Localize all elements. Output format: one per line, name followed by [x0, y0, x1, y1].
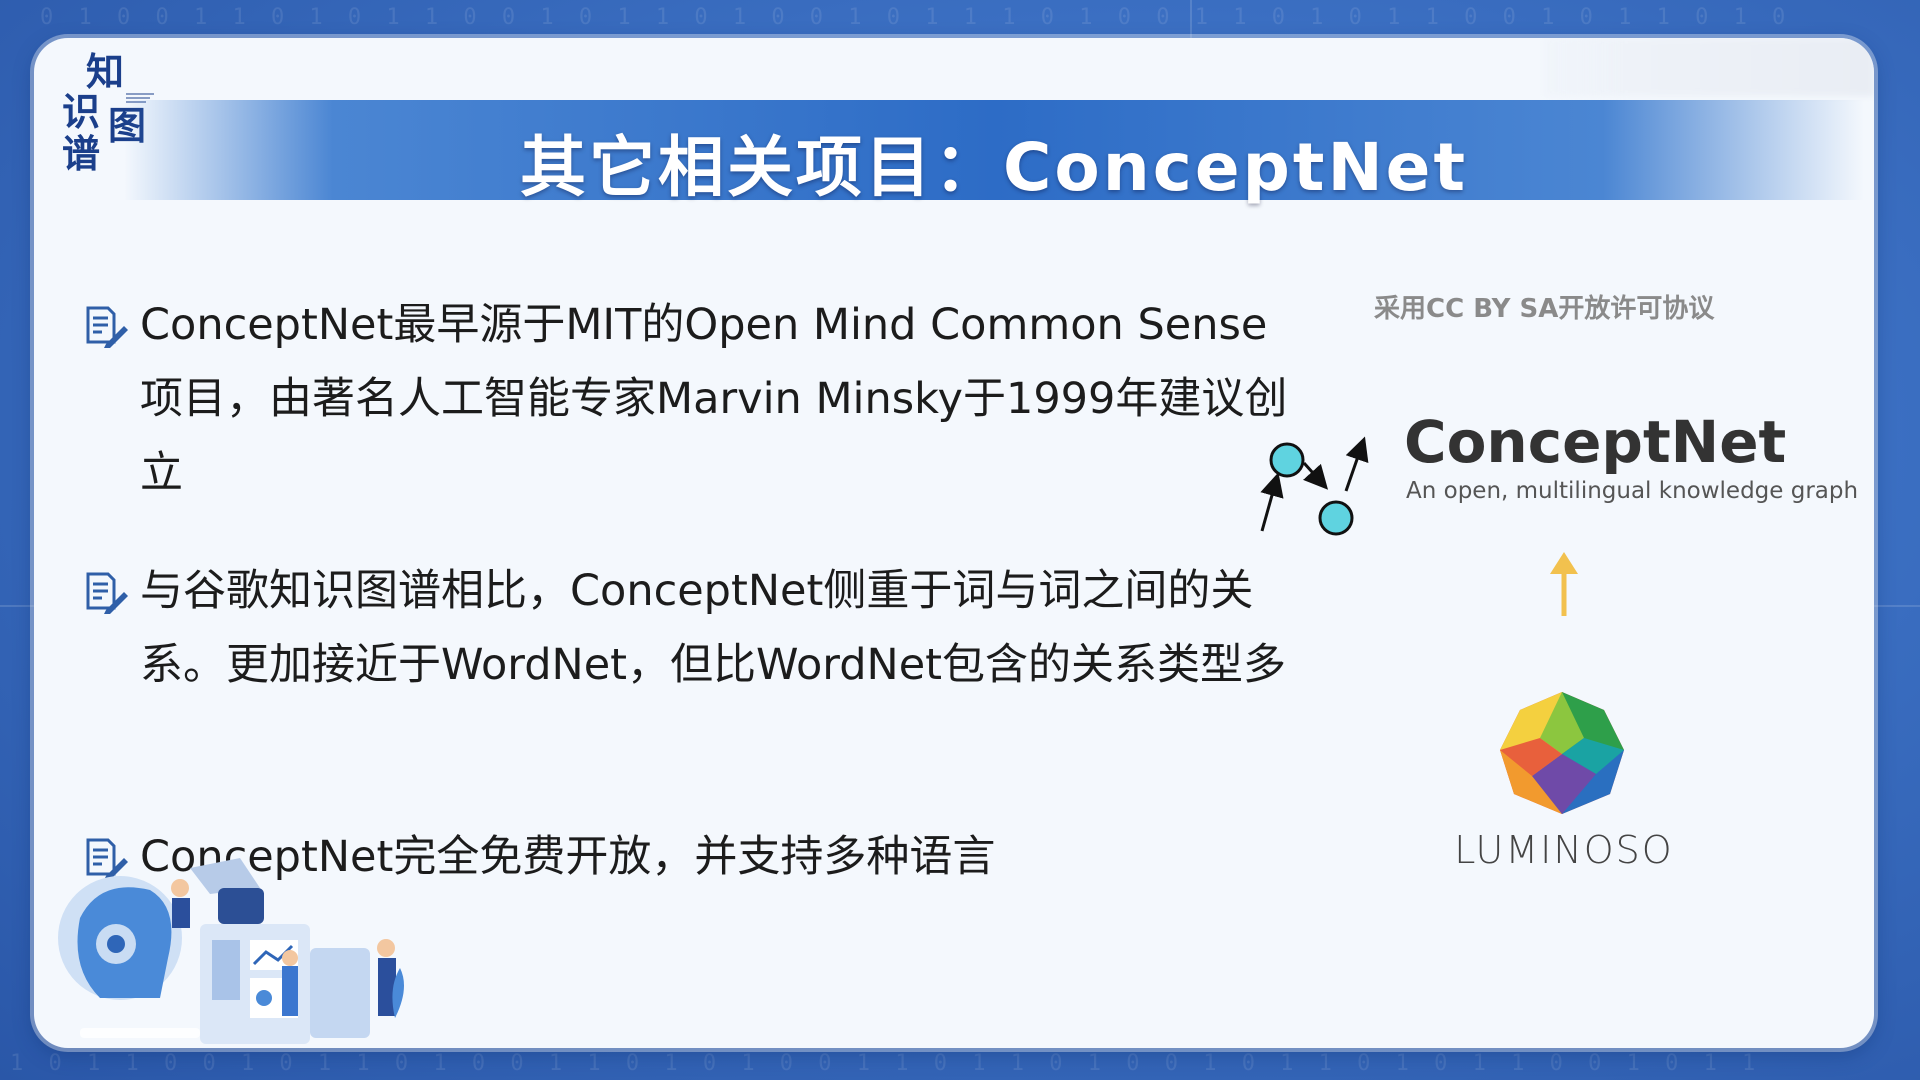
blurred-watermark-area: [1544, 38, 1874, 96]
document-pencil-icon: [86, 306, 128, 348]
logo-char: 谱: [62, 132, 101, 176]
content-panel: 知 识 图 谱 其它相关项目：ConceptNet ConceptNet最早: [34, 38, 1874, 1048]
title-band: 其它相关项目：ConceptNet: [124, 100, 1864, 206]
background-line: [1190, 0, 1192, 38]
bullet-text: ConceptNet最早源于MIT的Open Mind Common Sense…: [140, 300, 1288, 498]
up-arrow-icon: [1550, 552, 1578, 616]
background-line: [0, 605, 34, 607]
luminoso-wordmark: LUMINOSO: [1454, 828, 1674, 872]
conceptnet-tagline: An open, multilingual knowledge graph: [1406, 478, 1859, 504]
license-note: 采用CC BY SA开放许可协议: [1374, 294, 1715, 324]
background-line: [1874, 605, 1920, 607]
page-title: 其它相关项目：ConceptNet: [520, 129, 1468, 206]
bullet-text: 与谷歌知识图谱相比，ConceptNet侧重于词与词之间的关系。更加接近于Wor…: [140, 566, 1287, 690]
document-pencil-icon: [86, 572, 128, 614]
logo-char: 识: [62, 90, 101, 134]
slide: 0 1 0 0 1 1 0 1 0 1 1 0 0 1 0 1 1 0 1 0 …: [0, 0, 1920, 1080]
logo-char: 知: [86, 50, 125, 94]
conceptnet-graph-icon: [1260, 436, 1369, 536]
conceptnet-wordmark: ConceptNet: [1404, 408, 1787, 476]
luminoso-logo-icon: [1500, 692, 1624, 814]
ai-people-illustration: [58, 858, 404, 1044]
background-pattern: 1 0 1 1 0 0 1 0 1 1 0 1 0 0 1 1 0 1 0 1 …: [10, 1051, 1762, 1076]
background-pattern: 0 1 0 0 1 1 0 1 0 1 1 0 0 1 0 1 1 0 1 0 …: [40, 5, 1792, 30]
